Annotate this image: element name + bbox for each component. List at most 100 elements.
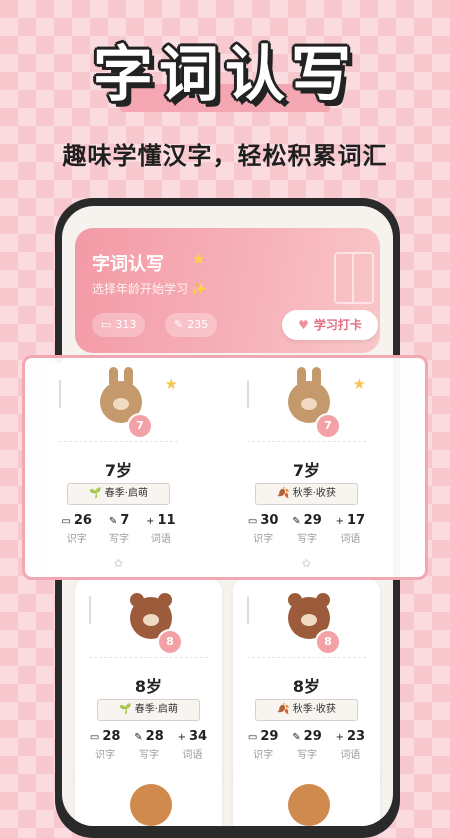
bear-face [143, 614, 159, 626]
card-stats: ▭ 28 识字 ✎ 28 写字 +34 词语 [83, 729, 214, 761]
bookmark-line [247, 596, 249, 624]
flower-icon: ✿ [113, 557, 124, 570]
pencil-icon: ✎ [108, 516, 118, 527]
stat-label: 写字 [109, 534, 130, 545]
stat-value: 28 [102, 729, 121, 744]
season-tag: 🌱 春季·启萌 [97, 699, 200, 721]
stat-characters: ▭ 29 识字 [248, 729, 279, 761]
book-open-icon: ▭ [89, 732, 100, 743]
bookmark-line [247, 380, 249, 408]
plus-icon: + [335, 516, 344, 527]
promo-title: 字词认写 [93, 40, 357, 110]
bunny-face [113, 398, 129, 410]
stat-value: 28 [145, 729, 164, 744]
age-badge: 8 [157, 629, 183, 655]
stat-label: 写字 [139, 750, 160, 761]
divider [247, 657, 366, 658]
bookmark-line [59, 380, 61, 408]
header-card: 字词认写 ★ 选择年龄开始学习 ✨ ▭ 313 ✎ 235 ♥ 学习打卡 [75, 228, 380, 353]
book-open-icon: ▭ [247, 732, 258, 743]
characters-count-chip: ▭ 313 [92, 313, 146, 337]
stat-value: 11 [157, 513, 176, 528]
age-card-8-spring[interactable]: 8 8岁 🌱 春季·启萌 ▭28识字 ✎28写字 +34词语 ✿ [75, 579, 222, 787]
plus-icon: + [146, 516, 155, 527]
heart-icon: ♥ [298, 318, 309, 332]
book-open-icon: ▭ [247, 516, 258, 527]
stat-label: 词语 [340, 534, 361, 545]
book-icon [334, 252, 374, 304]
app-title: 字词认写 [92, 254, 164, 275]
stat-value: 29 [303, 513, 322, 528]
stat-value: 23 [346, 729, 366, 744]
star-icon[interactable]: ★ [165, 375, 178, 393]
pencil-icon: ✎ [292, 516, 301, 527]
characters-count: 313 [115, 318, 137, 331]
stat-label: 写字 [297, 750, 318, 761]
star-icon: ★ [192, 250, 206, 268]
pencil-icon: ✎ [292, 732, 301, 743]
age-card-9-autumn[interactable] [233, 766, 380, 826]
plus-icon: + [177, 732, 186, 743]
stat-words: +23 词语 [336, 729, 365, 761]
book-open-icon: ▭ [61, 516, 71, 527]
age-label: 7岁 [292, 461, 321, 480]
written-count-chip: ✎ 235 [165, 313, 218, 337]
age-label: 8岁 [134, 677, 163, 696]
stat-label: 词语 [340, 750, 361, 761]
age-card-7-spring[interactable]: ★ 7 7岁 🌱 春季·启萌 ▭ 26 识字 ✎ 7 写字 +11 词语 ✿ [45, 363, 192, 576]
stat-characters: ▭ 30 识字 [248, 513, 279, 545]
season-tag: 🌱 春季·启萌 [67, 483, 170, 505]
written-count: 235 [187, 318, 209, 331]
age-label: 8岁 [292, 677, 321, 696]
app-subtitle: 选择年龄开始学习 ✨ [92, 282, 207, 296]
stat-label: 识字 [253, 750, 274, 761]
card-stats: ▭ 26 识字 ✎ 7 写字 +11 词语 [53, 513, 184, 545]
stat-writing: ✎ 29 写字 [292, 729, 321, 761]
stat-words: +11 词语 [146, 513, 175, 545]
age-badge: 7 [127, 413, 153, 439]
age-badge: 7 [315, 413, 341, 439]
stat-value: 29 [260, 729, 279, 744]
stat-value: 26 [73, 513, 92, 528]
stat-words: +17 词语 [336, 513, 365, 545]
season-tag: 🍂 秋季·收获 [255, 483, 358, 505]
pencil-icon: ✎ [174, 318, 184, 331]
age-card-8-autumn[interactable]: 8 8岁 🍂 秋季·收获 ▭29识字 ✎29写字 +23词语 ✿ [233, 579, 380, 787]
card-stats: ▭ 29 识字 ✎ 29 写字 +23 词语 [241, 729, 372, 761]
age-card-9-spring[interactable] [75, 766, 222, 826]
flower-icon: ✿ [301, 557, 312, 570]
stat-label: 词语 [182, 750, 203, 761]
stat-label: 识字 [95, 750, 116, 761]
age-label: 7岁 [104, 461, 133, 480]
check-in-label: 学习打卡 [313, 318, 362, 332]
stat-label: 识字 [66, 534, 87, 545]
stat-value: 17 [346, 513, 366, 528]
divider [89, 657, 208, 658]
divider [247, 441, 366, 442]
promo-headline: 字词认写 [0, 26, 450, 113]
stat-words: +34 词语 [178, 729, 207, 761]
stat-characters: ▭ 26 识字 [61, 513, 92, 545]
fox-icon [288, 784, 330, 826]
plus-icon: + [335, 732, 344, 743]
stat-value: 7 [120, 513, 130, 528]
divider [59, 441, 178, 442]
book-open-icon: ▭ [101, 318, 112, 331]
highlighted-card-row: ★ 7 7岁 🌱 春季·启萌 ▭ 26 识字 ✎ 7 写字 +11 词语 ✿ ★ 7 7岁… [22, 355, 428, 580]
pencil-icon: ✎ [134, 732, 143, 743]
star-icon[interactable]: ★ [353, 375, 366, 393]
stat-label: 识字 [253, 534, 274, 545]
bear-face [301, 614, 317, 626]
stat-characters: ▭ 28 识字 [90, 729, 121, 761]
bookmark-line [89, 596, 91, 624]
promo-subtitle: 趣味学懂汉字，轻松积累词汇 [62, 142, 388, 170]
card-stats: ▭ 30 识字 ✎ 29 写字 +17 词语 [241, 513, 372, 545]
stat-writing: ✎ 28 写字 [134, 729, 163, 761]
check-in-button[interactable]: ♥ 学习打卡 [282, 310, 378, 340]
age-badge: 8 [315, 629, 341, 655]
age-card-7-autumn[interactable]: ★ 7 7岁 🍂 秋季·收获 ▭ 30 识字 ✎ 29 写字 +17 词语 ✿ [233, 363, 380, 576]
stat-label: 写字 [297, 534, 318, 545]
stat-value: 34 [188, 729, 208, 744]
stat-label: 词语 [150, 534, 171, 545]
stat-value: 30 [260, 513, 279, 528]
